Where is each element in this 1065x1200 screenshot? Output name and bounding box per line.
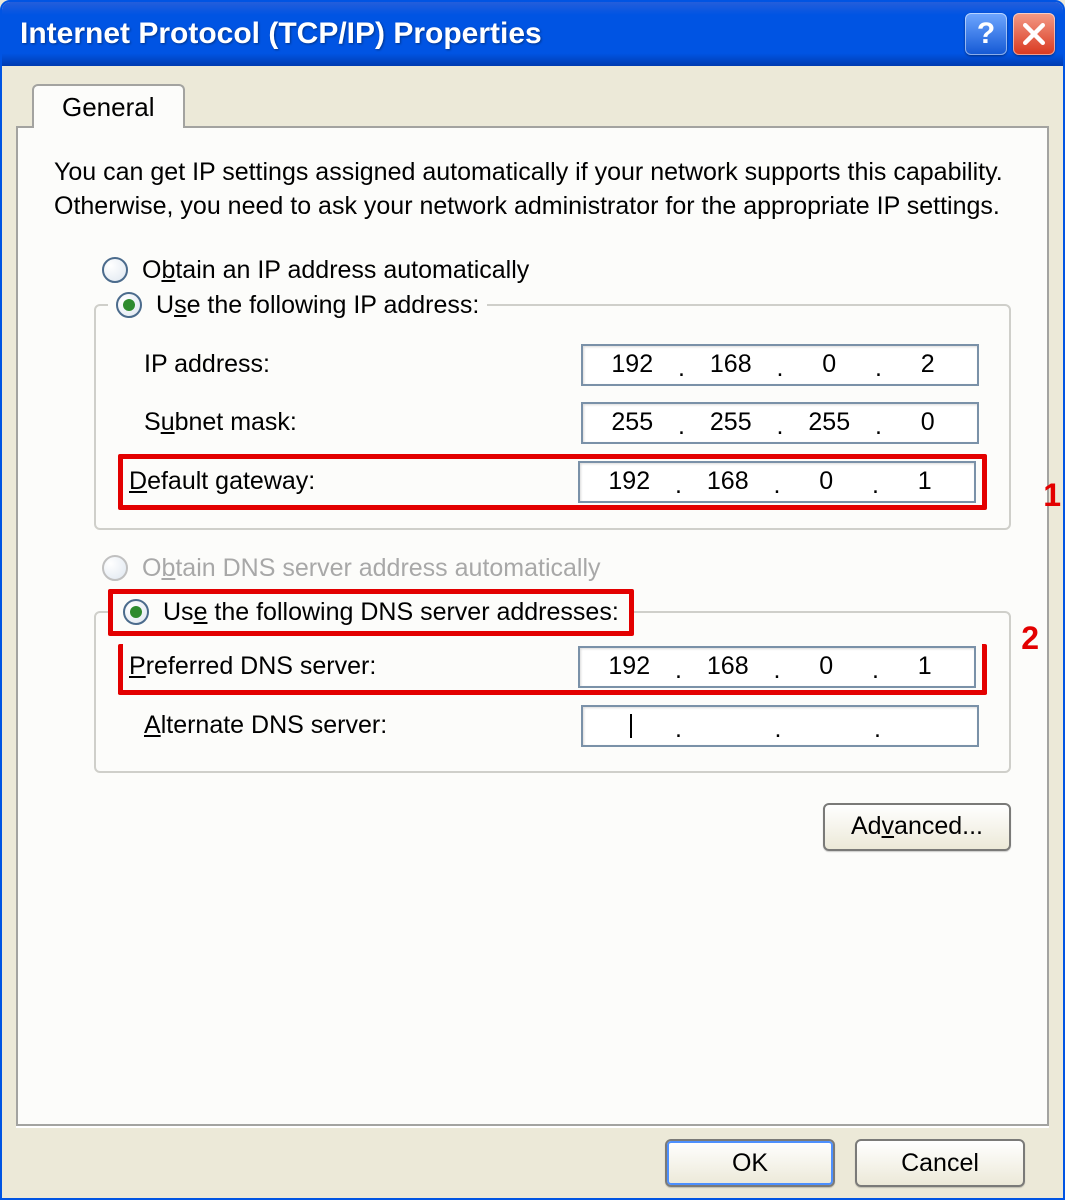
intro-text: You can get IP settings assigned automat… — [54, 156, 1011, 224]
radio-icon — [123, 599, 149, 625]
radio-ip-auto-label: Obtain an IP address automatically — [142, 256, 529, 285]
gateway-label: Default gateway: — [129, 467, 315, 496]
pdns-oct-4[interactable] — [880, 651, 971, 682]
pdns-oct-3[interactable] — [781, 651, 872, 682]
tab-strip: General — [16, 80, 1049, 126]
radio-icon — [102, 555, 128, 581]
pdns-oct-1[interactable] — [584, 651, 675, 682]
dialog-window: Internet Protocol (TCP/IP) Properties ? … — [0, 0, 1065, 1200]
advanced-row: Advanced... — [54, 803, 1011, 851]
title-bar: Internet Protocol (TCP/IP) Properties ? — [2, 2, 1063, 66]
radio-ip-manual[interactable]: Use the following IP address: — [108, 291, 487, 320]
mask-oct-3[interactable] — [784, 407, 875, 438]
subnet-mask-label: Subnet mask: — [144, 408, 297, 437]
close-button[interactable] — [1013, 13, 1055, 55]
radio-dns-auto: Obtain DNS server address automatically — [102, 554, 1011, 583]
group-ip-manual: Use the following IP address: IP address… — [94, 291, 1011, 530]
ip-oct-2[interactable] — [686, 349, 777, 380]
radio-dns-auto-label: Obtain DNS server address automatically — [142, 554, 601, 583]
radio-ip-auto[interactable]: Obtain an IP address automatically — [102, 256, 1011, 285]
gw-oct-2[interactable] — [683, 466, 774, 497]
ip-address-input[interactable]: . . . — [581, 344, 979, 386]
annotation-1: 1 — [1043, 477, 1061, 514]
gw-oct-3[interactable] — [781, 466, 872, 497]
radio-dns-manual-label: Use the following DNS server addresses: — [163, 598, 619, 627]
adns-oct-4[interactable] — [882, 710, 974, 741]
row-subnet-mask: Subnet mask: . . . — [118, 396, 987, 450]
ip-oct-3[interactable] — [784, 349, 875, 380]
help-button[interactable]: ? — [965, 13, 1007, 55]
help-icon: ? — [977, 17, 995, 51]
preferred-dns-label: Preferred DNS server: — [129, 652, 376, 681]
group-dns-manual: Use the following DNS server addresses: … — [94, 589, 1011, 773]
mask-oct-2[interactable] — [686, 407, 777, 438]
radio-dns-manual[interactable]: Use the following DNS server addresses: — [108, 589, 634, 636]
annotation-2: 2 — [1021, 620, 1039, 657]
client-area: General You can get IP settings assigned… — [2, 66, 1063, 1198]
gw-oct-4[interactable] — [880, 466, 971, 497]
general-panel: You can get IP settings assigned automat… — [16, 126, 1049, 1126]
row-alternate-dns: Alternate DNS server: . . . — [118, 699, 987, 753]
radio-icon — [116, 292, 142, 318]
alternate-dns-input[interactable]: . . . — [581, 705, 979, 747]
close-icon — [1023, 23, 1045, 45]
tab-general[interactable]: General — [32, 84, 185, 128]
row-default-gateway: Default gateway: . . . — [118, 454, 987, 510]
ip-address-label: IP address: — [144, 350, 270, 379]
row-ip-address: IP address: . . . — [118, 338, 987, 392]
row-preferred-dns: Preferred DNS server: . . . — [118, 644, 987, 695]
mask-oct-1[interactable] — [587, 407, 678, 438]
dialog-footer: OK Cancel — [16, 1126, 1049, 1198]
preferred-dns-input[interactable]: . . . — [578, 646, 976, 688]
window-title: Internet Protocol (TCP/IP) Properties — [20, 17, 959, 51]
advanced-button[interactable]: Advanced... — [823, 803, 1011, 851]
radio-ip-manual-label: Use the following IP address: — [156, 291, 479, 320]
ip-oct-4[interactable] — [883, 349, 974, 380]
adns-oct-3[interactable] — [782, 710, 874, 741]
radio-icon — [102, 257, 128, 283]
adns-oct-2[interactable] — [683, 710, 775, 741]
pdns-oct-2[interactable] — [683, 651, 774, 682]
text-caret — [630, 714, 632, 738]
cancel-button[interactable]: Cancel — [855, 1139, 1025, 1187]
ok-button[interactable]: OK — [665, 1139, 835, 1187]
ok-label: OK — [732, 1149, 768, 1177]
alternate-dns-label: Alternate DNS server: — [144, 711, 387, 740]
mask-oct-4[interactable] — [883, 407, 974, 438]
ip-oct-1[interactable] — [587, 349, 678, 380]
gw-oct-1[interactable] — [584, 466, 675, 497]
subnet-mask-input[interactable]: . . . — [581, 402, 979, 444]
cancel-label: Cancel — [901, 1149, 979, 1177]
tab-general-label: General — [62, 92, 155, 122]
gateway-input[interactable]: . . . — [578, 461, 976, 503]
